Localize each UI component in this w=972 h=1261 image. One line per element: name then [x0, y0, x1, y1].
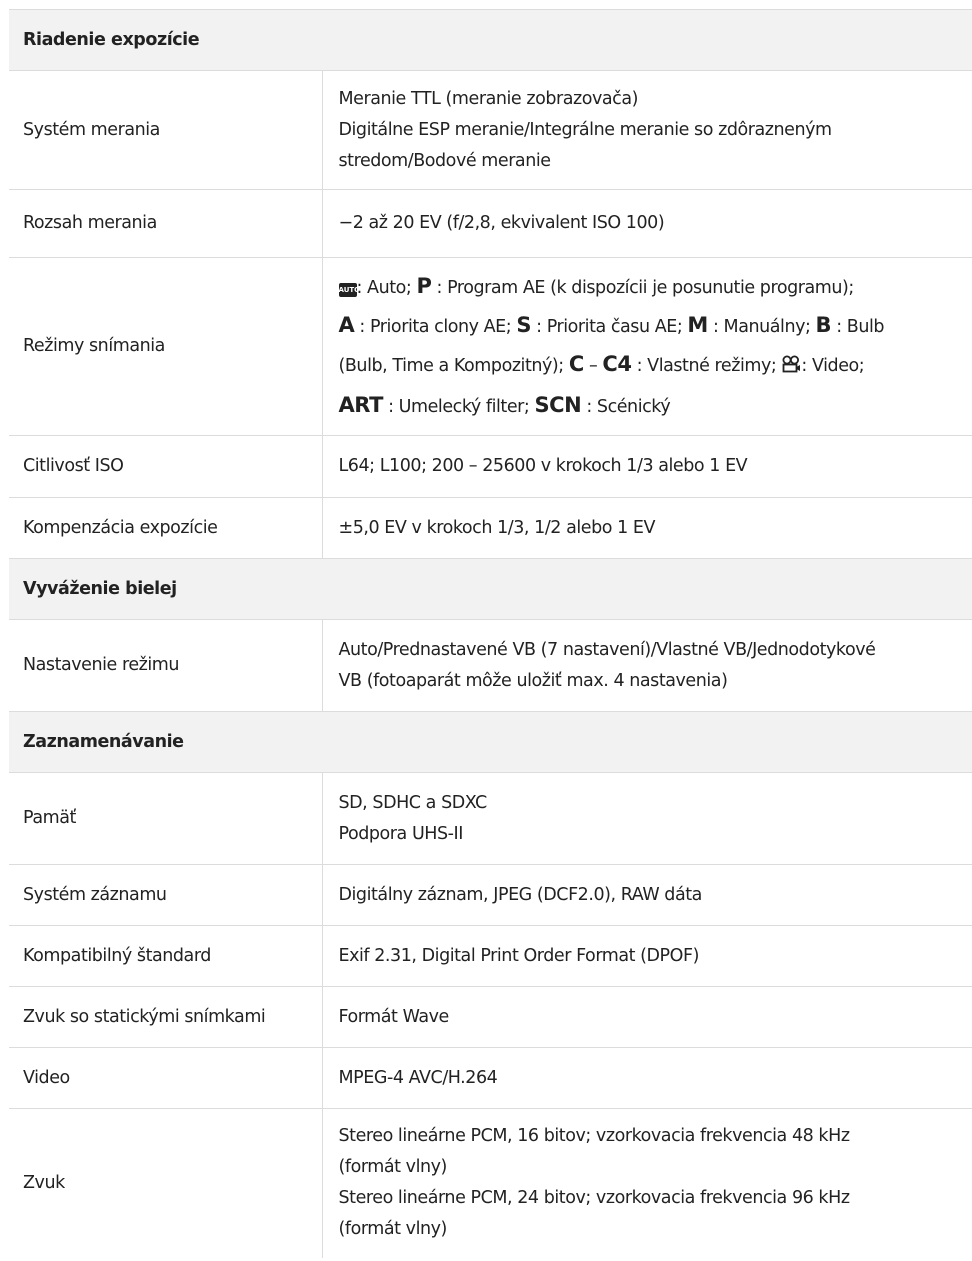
section-title: Zaznamenávanie — [9, 711, 972, 773]
table-row: Systém merania Meranie TTL (meranie zobr… — [9, 70, 972, 190]
section-header-exposure: Riadenie expozície — [9, 9, 972, 71]
row-label: Režimy snímania — [9, 257, 323, 436]
row-value: L64; L100; 200 – 25600 v krokoch 1/3 ale… — [322, 435, 972, 498]
row-label: Kompatibilný štandard — [9, 925, 323, 987]
row-value: ±5,0 EV v krokoch 1/3, 1/2 alebo 1 EV — [322, 497, 972, 559]
mode-letter-c: C — [568, 351, 584, 376]
specifications-table: Riadenie expozície Systém merania Merani… — [9, 9, 972, 1258]
value-line: AUTO: Auto; P : Program AE (k dispozícii… — [338, 268, 959, 307]
text: : Manuálny; — [707, 316, 816, 337]
row-value: Exif 2.31, Digital Print Order Format (D… — [322, 925, 972, 987]
row-value: MPEG-4 AVC/H.264 — [322, 1047, 972, 1109]
table-row: Kompenzácia expozície ±5,0 EV v krokoch … — [9, 497, 972, 559]
row-value: Auto/Prednastavené VB (7 nastavení)/Vlas… — [322, 619, 972, 712]
table-row: Zvuk so statickými snímkami Formát Wave — [9, 986, 972, 1048]
value-line: A : Priorita clony AE; S : Priorita času… — [339, 307, 959, 346]
text: : Auto; — [356, 277, 417, 298]
text: : Video; — [801, 355, 865, 376]
row-label: Pamäť — [9, 772, 323, 865]
section-header-white-balance: Vyváženie bielej — [9, 558, 972, 620]
value-line: Auto/Prednastavené VB (7 nastavení)/Vlas… — [338, 639, 876, 660]
table-row: Citlivosť ISO L64; L100; 200 – 25600 v k… — [9, 435, 972, 498]
value-line: Podpora UHS-II — [338, 823, 464, 844]
row-label: Zvuk — [9, 1108, 323, 1258]
table-row: Zvuk Stereo lineárne PCM, 16 bitov; vzor… — [9, 1108, 972, 1258]
row-value: Stereo lineárne PCM, 16 bitov; vzorkovac… — [322, 1109, 972, 1258]
mode-letters-scn: SCN — [534, 392, 582, 417]
mode-letter-c4: C4 — [602, 351, 632, 376]
table-row: Video MPEG-4 AVC/H.264 — [9, 1047, 972, 1109]
value-line: (formát vlny) — [338, 1157, 448, 1178]
table-row: Systém záznamu Digitálny záznam, JPEG (D… — [9, 864, 972, 926]
text: : Bulb — [831, 316, 885, 337]
row-label: Nastavenie režimu — [9, 619, 323, 712]
row-label: Video — [9, 1047, 323, 1109]
text: : Umelecký filter; — [382, 396, 535, 417]
value-line: (formát vlny) — [338, 1219, 448, 1240]
row-label: Systém merania — [9, 70, 323, 190]
text: (Bulb, Time a Kompozitný); — [338, 355, 569, 376]
mode-letter-p: P — [416, 273, 432, 298]
value-line: ART : Umelecký filter; SCN : Scénický — [339, 387, 959, 426]
value-line: SD, SDHC a SDXC — [338, 792, 488, 813]
row-label: Citlivosť ISO — [9, 435, 323, 498]
row-value: AUTO: Auto; P : Program AE (k dispozícii… — [322, 257, 972, 436]
table-row: Nastavenie režimu Auto/Prednastavené VB … — [9, 619, 972, 712]
text: : Vlastné režimy; — [631, 355, 782, 376]
value-line: Meranie TTL (meranie zobrazovača) — [338, 88, 639, 109]
row-label: Kompenzácia expozície — [9, 497, 323, 559]
mode-letter-m: M — [687, 312, 708, 337]
row-value: −2 až 20 EV (f/2,8, ekvivalent ISO 100) — [322, 189, 972, 258]
row-label: Rozsah merania — [9, 189, 323, 258]
text: : Scénický — [581, 396, 671, 417]
mode-letter-a: A — [338, 312, 355, 337]
table-row: Kompatibilný štandard Exif 2.31, Digital… — [9, 925, 972, 987]
table-row: Pamäť SD, SDHC a SDXC Podpora UHS-II — [9, 772, 972, 865]
section-header-recording: Zaznamenávanie — [9, 711, 972, 773]
row-label: Zvuk so statickými snímkami — [9, 986, 323, 1048]
mode-letters-art: ART — [338, 392, 384, 417]
value-line: (Bulb, Time a Kompozitný); C – C4 : Vlas… — [339, 346, 959, 387]
movie-mode-icon — [781, 350, 801, 387]
section-title: Riadenie expozície — [9, 9, 972, 71]
value-line: Stereo lineárne PCM, 24 bitov; vzorkovac… — [338, 1188, 851, 1209]
mode-letter-b: B — [815, 312, 832, 337]
mode-letter-s: S — [516, 312, 532, 337]
text: : Priorita clony AE; — [354, 316, 517, 337]
text: – — [583, 355, 603, 376]
value-line: VB (fotoaparát môže uložiť max. 4 nastav… — [338, 670, 728, 691]
value-line: stredom/Bodové meranie — [338, 150, 552, 171]
value-line: Digitálne ESP meranie/Integrálne meranie… — [338, 119, 833, 140]
row-value: Formát Wave — [322, 986, 972, 1048]
text: : Program AE (k dispozícii je posunutie … — [431, 277, 855, 298]
row-value: Meranie TTL (meranie zobrazovača) Digitá… — [322, 70, 972, 190]
table-row: Rozsah merania −2 až 20 EV (f/2,8, ekviv… — [9, 189, 972, 258]
row-label: Systém záznamu — [9, 864, 323, 926]
auto-mode-icon: AUTO — [338, 282, 360, 297]
value-line: Stereo lineárne PCM, 16 bitov; vzorkovac… — [338, 1126, 851, 1147]
row-value: Digitálny záznam, JPEG (DCF2.0), RAW dát… — [322, 864, 972, 926]
row-value: SD, SDHC a SDXC Podpora UHS-II — [322, 772, 972, 865]
section-title: Vyváženie bielej — [9, 558, 972, 620]
table-row: Režimy snímania AUTO: Auto; P : Program … — [9, 257, 972, 436]
text: : Priorita času AE; — [531, 316, 688, 337]
